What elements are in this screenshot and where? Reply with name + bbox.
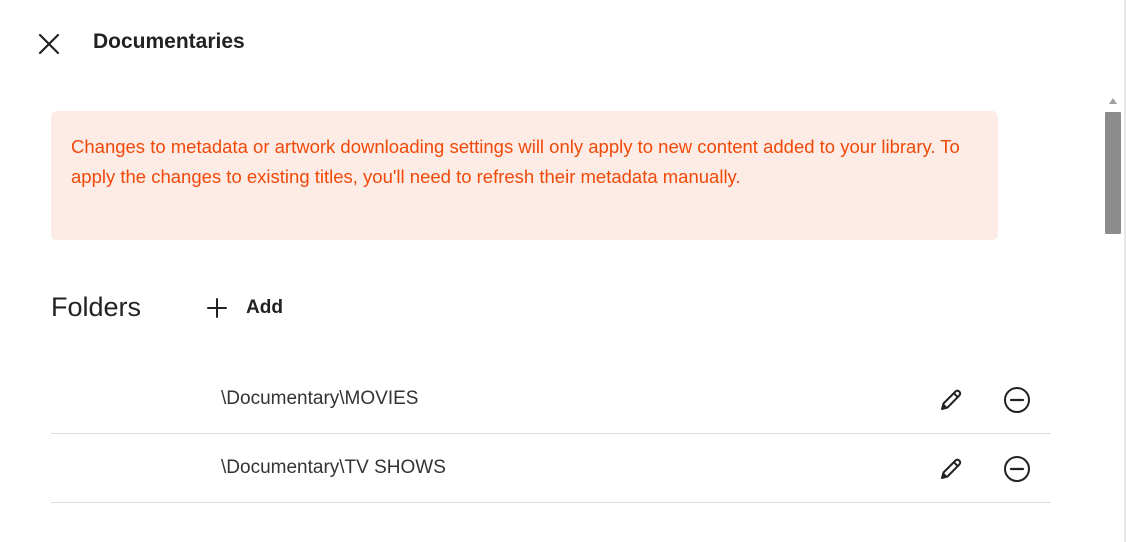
folder-path: \Documentary\MOVIES (221, 388, 419, 409)
metadata-warning-alert: Changes to metadata or artwork downloadi… (51, 111, 998, 240)
library-settings-dialog: Documentaries Changes to metadata or art… (0, 0, 1126, 542)
edit-folder-button[interactable] (936, 385, 966, 415)
close-icon (38, 33, 60, 55)
scroll-up-arrow-icon[interactable] (1109, 98, 1117, 104)
folder-path: \Documentary\TV SHOWS (221, 457, 446, 478)
close-button[interactable] (34, 29, 64, 59)
pencil-icon (941, 389, 962, 410)
alert-message: Changes to metadata or artwork downloadi… (71, 136, 960, 187)
dialog-header: Documentaries (0, 0, 1100, 86)
dialog-title: Documentaries (93, 30, 245, 53)
pencil-icon (941, 458, 962, 479)
remove-folder-button[interactable] (1002, 385, 1032, 415)
edit-folder-button[interactable] (936, 454, 966, 484)
add-folder-label: Add (246, 297, 283, 318)
folder-row: \Documentary\MOVIES (51, 365, 1051, 434)
add-folder-button[interactable]: Add (206, 294, 283, 322)
minus-circle-icon (1004, 387, 1030, 413)
vertical-scrollbar[interactable] (1103, 94, 1123, 542)
folder-row: \Documentary\TV SHOWS (51, 434, 1051, 503)
minus-circle-icon (1004, 456, 1030, 482)
plus-icon (207, 298, 227, 318)
folders-heading: Folders (51, 292, 142, 322)
remove-folder-button[interactable] (1002, 454, 1032, 484)
folder-list: \Documentary\MOVIES \Documentary\TV SHOW… (51, 365, 1051, 503)
scrollbar-thumb[interactable] (1105, 112, 1121, 234)
dialog-content: Changes to metadata or artwork downloadi… (0, 86, 1100, 542)
